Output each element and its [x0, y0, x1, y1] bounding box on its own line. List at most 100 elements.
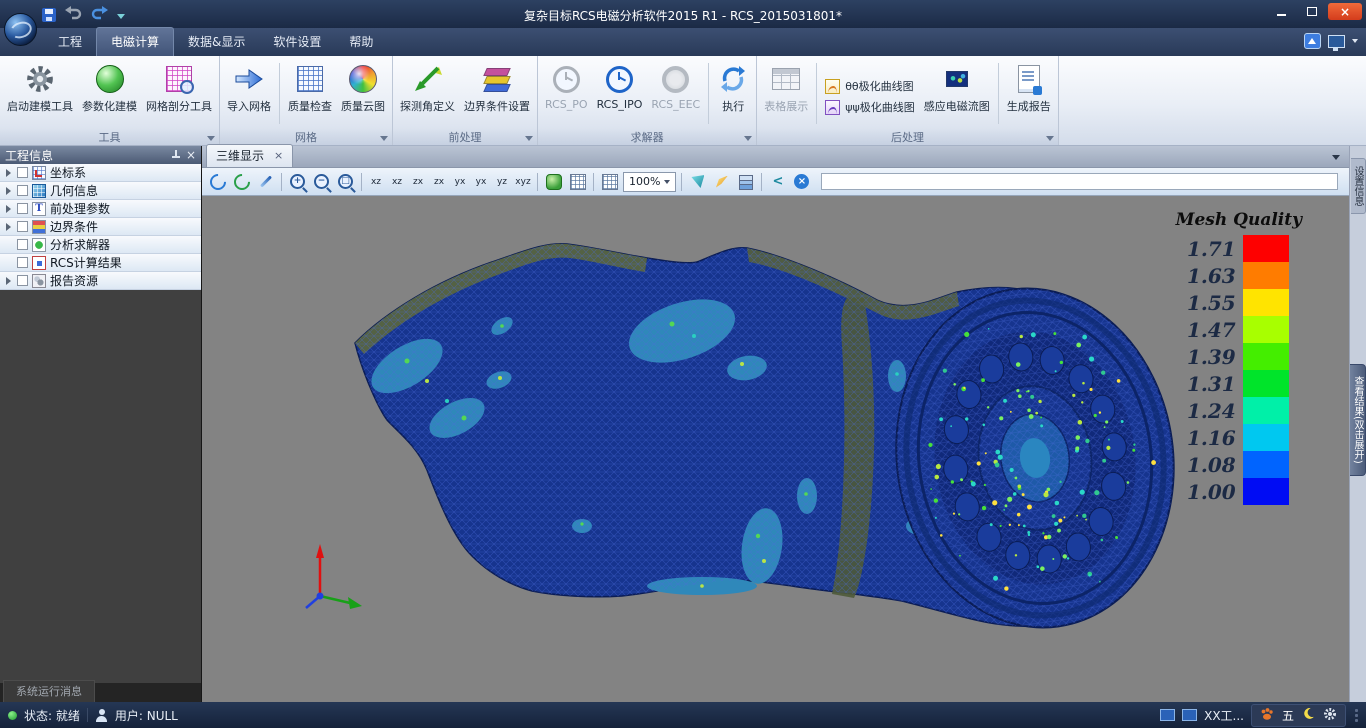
- tab-close-icon[interactable]: ×: [274, 150, 283, 161]
- resize-grip[interactable]: [1355, 709, 1358, 722]
- axis-view-button[interactable]: zx: [430, 173, 448, 191]
- axis-view-button[interactable]: xyz: [514, 173, 532, 191]
- group-launcher-icon[interactable]: [207, 136, 215, 141]
- tree-item-solver[interactable]: 分析求解器: [0, 236, 201, 254]
- export-icon[interactable]: <: [767, 171, 788, 192]
- menu-tab-em-compute[interactable]: 电磁计算: [96, 27, 174, 56]
- axis-view-button[interactable]: yz: [493, 173, 511, 191]
- maximize-button[interactable]: [1298, 3, 1325, 20]
- execute-button[interactable]: 执行: [713, 59, 753, 128]
- undo-icon[interactable]: [65, 5, 82, 24]
- tree-item-preprocess-params[interactable]: T 前处理参数: [0, 200, 201, 218]
- zoom-out-icon[interactable]: −: [311, 171, 332, 192]
- panel-toggle-icon[interactable]: [1304, 33, 1321, 49]
- import-mesh-button[interactable]: 导入网格: [223, 59, 275, 128]
- expander-icon[interactable]: [3, 187, 13, 195]
- menu-tab-settings[interactable]: 软件设置: [259, 28, 335, 56]
- display-icon[interactable]: [1328, 35, 1345, 48]
- group-launcher-icon[interactable]: [744, 136, 752, 141]
- axis-view-button[interactable]: xz: [367, 173, 385, 191]
- axis-view-button[interactable]: zx: [409, 173, 427, 191]
- toolbar-filter-input[interactable]: [821, 173, 1338, 190]
- tree-item-boundary[interactable]: 边界条件: [0, 218, 201, 236]
- menu-tab-help[interactable]: 帮助: [335, 28, 387, 56]
- tree-item-report-resources[interactable]: 报告资源: [0, 272, 201, 290]
- redo-icon[interactable]: [91, 5, 108, 24]
- moon-icon[interactable]: [1302, 707, 1315, 723]
- monitor-icon[interactable]: [1182, 709, 1197, 721]
- quality-cloud-button[interactable]: 质量云图: [337, 59, 389, 128]
- weekday-label[interactable]: 五: [1282, 707, 1294, 724]
- group-launcher-icon[interactable]: [1046, 136, 1054, 141]
- project-info-panel: 工程信息 × 坐标系 几何信息 T 前处理参数: [0, 146, 202, 702]
- checkbox[interactable]: [17, 257, 28, 268]
- expander-icon[interactable]: [3, 277, 13, 285]
- status-ready-icon: [8, 711, 17, 720]
- curve-chart-icon: [825, 79, 840, 94]
- checkbox[interactable]: [17, 221, 28, 232]
- menu-dropdown-icon[interactable]: [1352, 39, 1358, 43]
- shaded-view-icon[interactable]: [543, 171, 564, 192]
- refresh-view-icon[interactable]: [231, 171, 252, 192]
- capture-icon[interactable]: [687, 171, 708, 192]
- expander-icon[interactable]: [3, 223, 13, 231]
- boundary-settings-button[interactable]: 边界条件设置: [460, 59, 534, 128]
- panel-close-icon[interactable]: ×: [186, 149, 196, 161]
- generate-report-button[interactable]: 生成报告: [1003, 59, 1055, 128]
- mesh-partition-button[interactable]: 网格剖分工具: [142, 59, 216, 128]
- wireframe-view-icon[interactable]: [567, 171, 588, 192]
- zoom-in-icon[interactable]: +: [287, 171, 308, 192]
- group-launcher-icon[interactable]: [380, 136, 388, 141]
- menu-tab-data-display[interactable]: 数据&显示: [174, 28, 259, 56]
- rcs-ipo-button[interactable]: RCS_IPO: [593, 59, 647, 128]
- theta-curve-button[interactable]: θθ极化曲线图: [825, 78, 915, 94]
- checkbox[interactable]: [17, 167, 28, 178]
- psi-curve-button[interactable]: ψψ极化曲线图: [825, 99, 915, 115]
- clear-view-icon[interactable]: ×: [791, 171, 812, 192]
- save-icon[interactable]: [42, 8, 56, 22]
- annotate-icon[interactable]: [711, 171, 732, 192]
- tree-item-geometry[interactable]: 几何信息: [0, 182, 201, 200]
- axis-view-button[interactable]: xz: [388, 173, 406, 191]
- tab-list-dropdown-icon[interactable]: [1332, 155, 1340, 160]
- paw-icon[interactable]: [1260, 707, 1274, 724]
- view-results-tab[interactable]: 查看结果(双击展开): [1350, 364, 1366, 476]
- group-launcher-icon[interactable]: [525, 136, 533, 141]
- right-dock-strip: 设置信息 查看结果(双击展开): [1349, 146, 1366, 702]
- tree-item-coordinate-system[interactable]: 坐标系: [0, 164, 201, 182]
- zoom-select[interactable]: 100%: [623, 172, 676, 192]
- settings-info-tab[interactable]: 设置信息: [1351, 158, 1366, 214]
- system-messages-tab[interactable]: 系统运行消息: [3, 680, 95, 702]
- checkbox[interactable]: [17, 275, 28, 286]
- probe-angle-button[interactable]: 探测角定义: [396, 59, 459, 128]
- viewport-3d[interactable]: Mesh Quality 1.71 1.63 1.55 1.47 1.39 1.…: [202, 196, 1349, 702]
- legend-swatch: [1243, 316, 1289, 343]
- axis-view-button[interactable]: yx: [451, 173, 469, 191]
- menu-tab-project[interactable]: 工程: [44, 28, 96, 56]
- minimize-button[interactable]: [1268, 3, 1295, 20]
- checkbox[interactable]: [17, 185, 28, 196]
- expander-icon[interactable]: [3, 169, 13, 177]
- quality-check-button[interactable]: 质量检查: [284, 59, 336, 128]
- pin-icon[interactable]: [172, 150, 180, 161]
- gear-icon[interactable]: [1323, 707, 1337, 724]
- tab-3d-display[interactable]: 三维显示 ×: [206, 144, 293, 167]
- close-button[interactable]: ×: [1328, 3, 1362, 20]
- checkbox[interactable]: [17, 239, 28, 250]
- expander-icon[interactable]: [3, 205, 13, 213]
- project-panel-title: 工程信息: [5, 147, 166, 164]
- monitor-icon[interactable]: [1160, 709, 1175, 721]
- measure-icon[interactable]: [255, 171, 276, 192]
- checkbox[interactable]: [17, 203, 28, 214]
- layers-icon[interactable]: [735, 171, 756, 192]
- launch-modeling-button[interactable]: 启动建模工具: [3, 59, 77, 128]
- panel-empty-area: [0, 290, 201, 683]
- zoom-window-icon[interactable]: □: [335, 171, 356, 192]
- user-label: 用户: NULL: [115, 707, 178, 724]
- induced-current-button[interactable]: 感应电磁流图: [920, 59, 994, 128]
- tree-item-rcs-results[interactable]: RCS计算结果: [0, 254, 201, 272]
- display-grid-icon[interactable]: [599, 171, 620, 192]
- rotate-view-icon[interactable]: [207, 171, 228, 192]
- parametric-modeling-button[interactable]: 参数化建模: [78, 59, 141, 128]
- axis-view-button[interactable]: yx: [472, 173, 490, 191]
